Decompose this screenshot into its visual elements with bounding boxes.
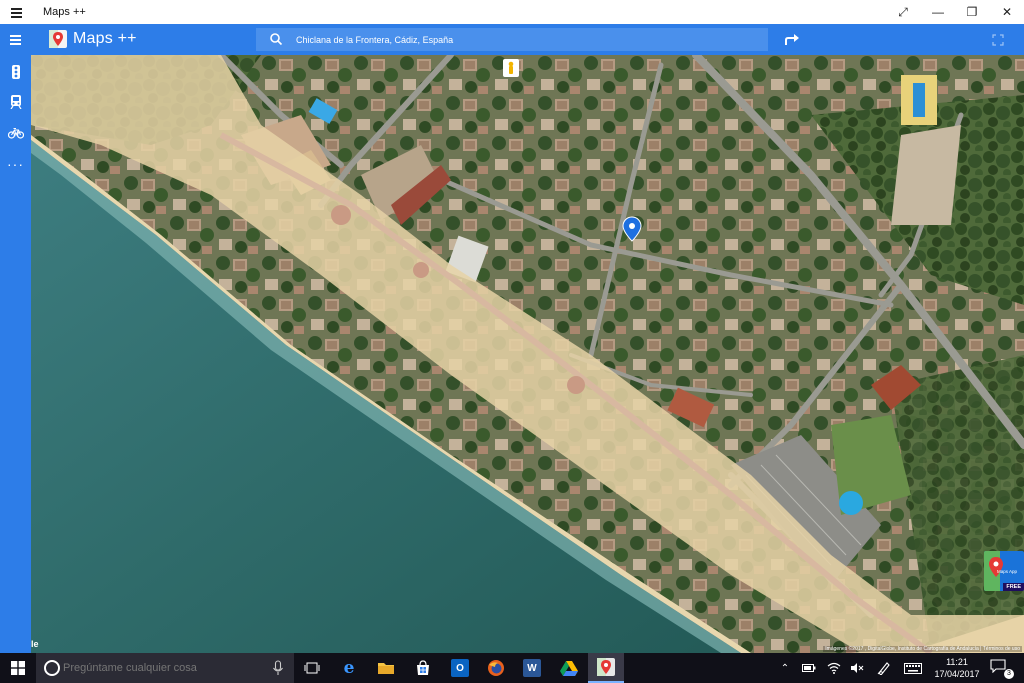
search-bar[interactable]: [256, 28, 768, 51]
clock-time: 11:21: [946, 657, 968, 667]
promo-title: Maps App: [997, 569, 1018, 574]
edge-icon[interactable]: e: [331, 653, 367, 683]
file-explorer-icon[interactable]: [368, 653, 404, 683]
volume-muted-icon[interactable]: [848, 653, 866, 683]
close-button[interactable]: ✕: [990, 0, 1024, 24]
windows-logo-icon: [11, 661, 25, 675]
store-icon[interactable]: [405, 653, 441, 683]
window-menu-icon[interactable]: [6, 3, 28, 21]
maps-logo-icon: [49, 30, 67, 48]
firefox-icon[interactable]: [478, 653, 514, 683]
chevron-up-icon[interactable]: ⌃: [776, 653, 794, 683]
search-icon[interactable]: [268, 31, 284, 47]
keyboard-icon[interactable]: [902, 653, 924, 683]
more-icon[interactable]: ···: [6, 154, 25, 173]
wifi-icon[interactable]: [824, 653, 844, 683]
map-corner-label: le: [31, 639, 39, 649]
menu-icon[interactable]: [0, 24, 31, 55]
taskbar-search-input[interactable]: [63, 653, 263, 683]
window-title: Maps ++: [43, 6, 86, 18]
map-attribution[interactable]: Imágenes ©2017 , DigitalGlobe, Instituto…: [823, 646, 1022, 652]
cortana-icon: [44, 660, 60, 676]
brand-name: Maps ++: [73, 30, 137, 47]
train-icon[interactable]: [6, 92, 25, 111]
app-window: Maps ++ ⤢ — ❐ ✕ Maps ++ Chiclana de la F…: [0, 0, 1024, 683]
system-clock[interactable]: 11:21 17/04/2017: [930, 656, 984, 680]
left-rail: ···: [0, 55, 31, 653]
traffic-light-icon[interactable]: [6, 62, 25, 81]
bicycle-icon[interactable]: [6, 123, 25, 142]
maps-app-promo[interactable]: Maps App FREE: [984, 551, 1024, 591]
word-icon[interactable]: W: [514, 653, 550, 683]
google-drive-icon[interactable]: [551, 653, 587, 683]
satellite-map[interactable]: [31, 55, 1024, 653]
app-header: Maps ++: [0, 24, 1024, 55]
street-view-icon[interactable]: [503, 59, 519, 77]
microphone-icon[interactable]: [272, 660, 284, 676]
restore-button[interactable]: ❐: [955, 0, 989, 24]
minimize-button[interactable]: —: [921, 0, 955, 24]
outlook-icon[interactable]: O: [442, 653, 478, 683]
battery-icon[interactable]: [799, 653, 819, 683]
route-arrow-icon[interactable]: [782, 30, 802, 50]
start-button[interactable]: [0, 653, 36, 683]
notification-count: 3: [1004, 669, 1014, 679]
maximize-icon[interactable]: ⤢: [886, 0, 920, 24]
cortana-search[interactable]: [36, 653, 294, 683]
action-center-icon[interactable]: 3: [990, 659, 1014, 679]
clock-date: 17/04/2017: [934, 669, 980, 679]
task-view-icon[interactable]: [294, 653, 330, 683]
pen-icon[interactable]: [874, 653, 894, 683]
fullscreen-icon[interactable]: [990, 32, 1006, 48]
title-bar: Maps ++ ⤢ — ❐ ✕: [0, 0, 1024, 24]
promo-badge: FREE: [1003, 583, 1024, 591]
search-input[interactable]: [296, 28, 756, 51]
map-view[interactable]: le Imágenes ©2017 , DigitalGlobe, Instit…: [31, 55, 1024, 653]
taskbar: e O W ⌃: [0, 653, 1024, 683]
maps-plus-icon[interactable]: [588, 653, 624, 683]
